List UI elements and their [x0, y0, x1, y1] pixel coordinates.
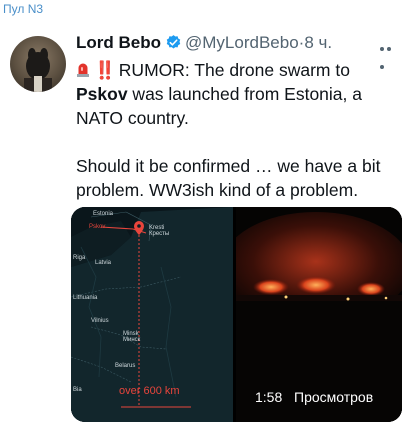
tweet-text-city: Pskov — [76, 84, 128, 104]
map-label-riga: Riga — [73, 255, 86, 261]
map-label-bia: Bia — [73, 387, 82, 393]
author-handle[interactable]: @MyLordBebo — [185, 33, 299, 52]
police-light-icon — [76, 60, 90, 77]
channel-tag[interactable]: Пул N3 — [3, 2, 43, 16]
verified-badge-icon — [165, 34, 182, 56]
tweet-header: Lord Bebo @MyLordBebo·8 ч. — [76, 33, 396, 57]
avatar-dog-icon — [24, 48, 52, 92]
tweet-text-para2: Should it be confirmed … we have a bit p… — [76, 156, 381, 200]
author-name[interactable]: Lord Bebo — [76, 33, 161, 52]
map-label-latvia: Latvia — [95, 260, 112, 266]
map-image[interactable]: Estonia Latvia Riga Vilnius Minsk Минск … — [71, 207, 233, 422]
tweet-media[interactable]: Estonia Latvia Riga Vilnius Minsk Минск … — [71, 207, 402, 422]
video-views-label: Просмотров — [294, 389, 374, 405]
video-duration: 1:58 — [255, 389, 283, 405]
more-dots-icon[interactable] — [380, 38, 400, 69]
tweet-text-line1: RUMOR: The drone swarm to — [118, 60, 350, 80]
map-label-pskov: Pskov — [89, 224, 106, 230]
distance-label: over 600 km — [119, 385, 180, 397]
tweet-time[interactable]: 8 ч. — [304, 33, 332, 52]
exclamation-emoji: ‼️ — [94, 60, 116, 80]
tweet-text: ‼️ RUMOR: The drone swarm to Pskov was la… — [76, 58, 398, 202]
video-player[interactable]: 1:58 Просмотров — [221, 207, 402, 422]
map-label-kresti: Kresti Кресты — [149, 225, 170, 237]
map-label-vilnius: Vilnius — [91, 318, 109, 324]
map-label-estonia: Estonia — [93, 211, 114, 217]
map-label-belarus: Belarus — [115, 363, 136, 369]
map-label-minsk: Minsk Минск — [123, 331, 141, 343]
avatar[interactable] — [10, 36, 66, 92]
map-label-lithuania: Lithuania — [73, 295, 98, 301]
